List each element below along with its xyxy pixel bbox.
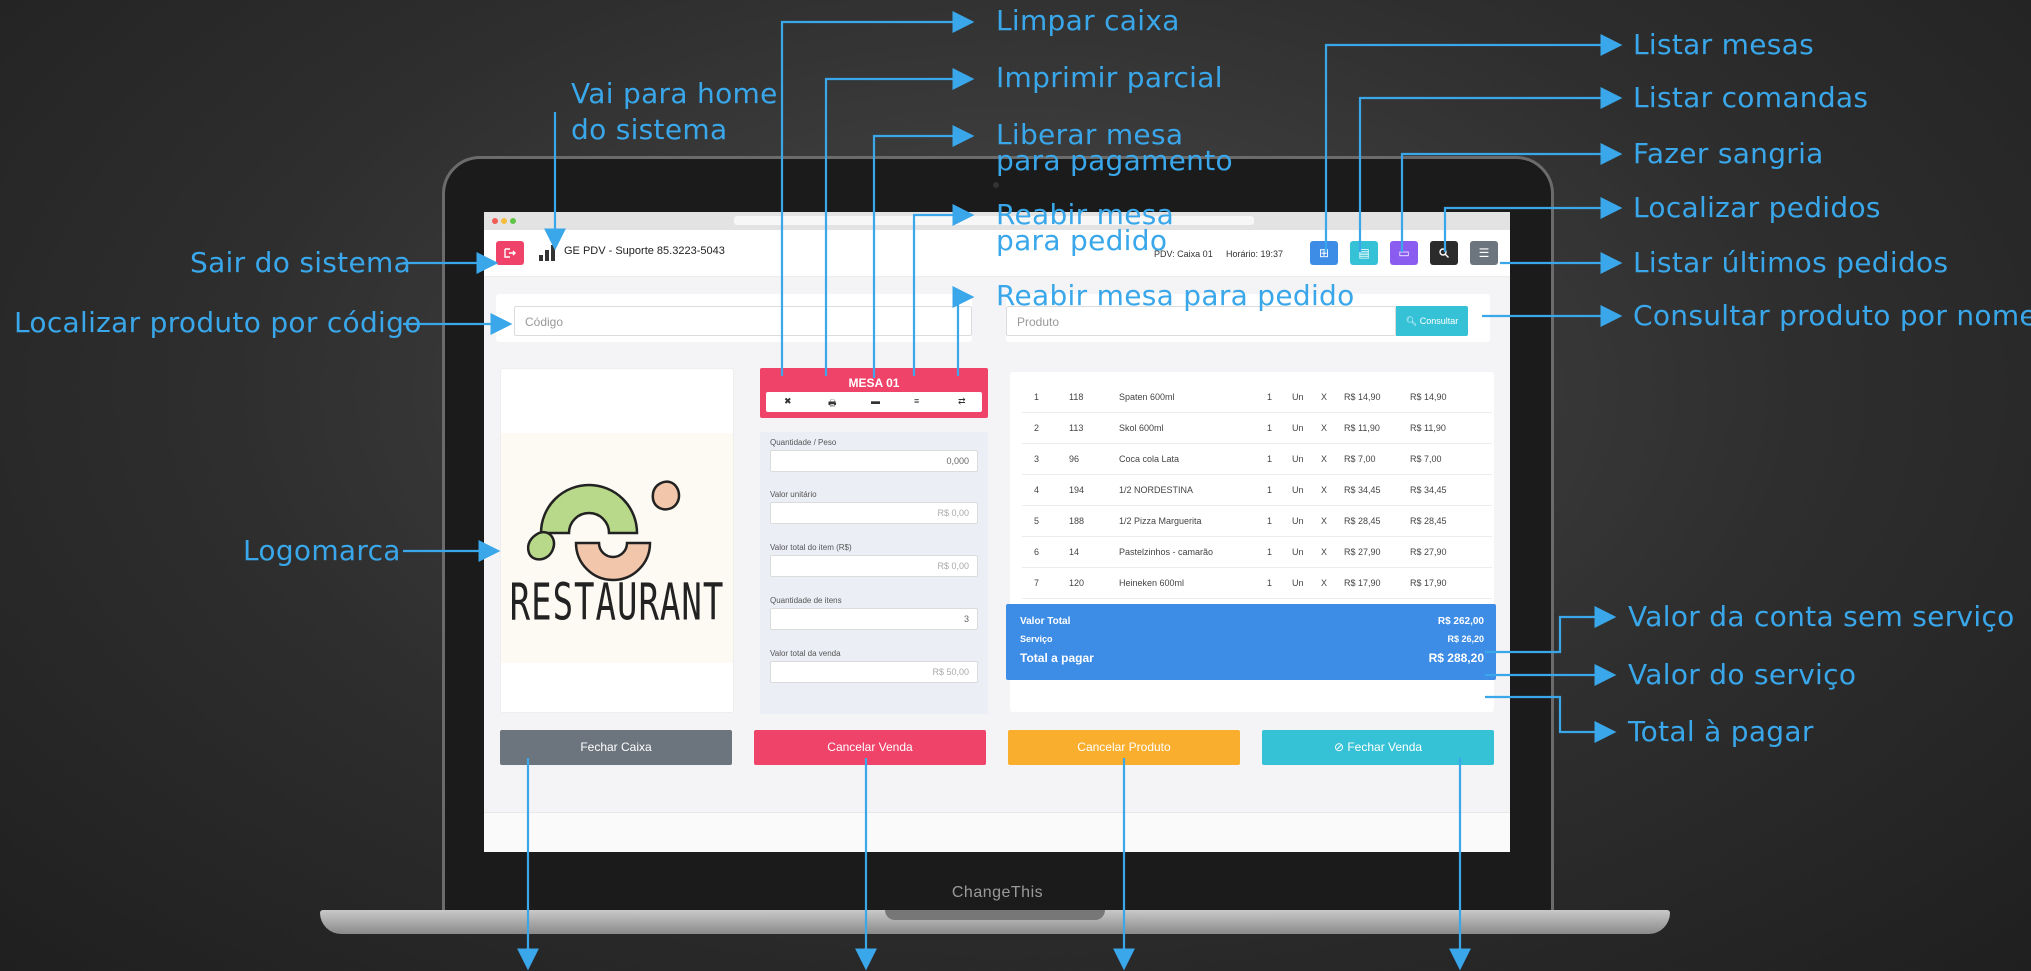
ann-find-by-name: Consultar produto por nome	[1633, 299, 2031, 332]
ann-list-tables: Listar mesas	[1633, 28, 1814, 61]
ann-release-table-2: para pagamento	[996, 144, 1233, 177]
ann-clear-register: Limpar caixa	[996, 4, 1180, 37]
ann-total-due: Total à pagar	[1628, 715, 1814, 748]
ann-list-orders: Listar comandas	[1633, 81, 1869, 114]
ann-recent-orders: Listar últimos pedidos	[1633, 246, 1949, 279]
ann-service-value: Valor do serviço	[1628, 658, 1857, 691]
ann-find-orders: Localizar pedidos	[1633, 191, 1881, 224]
ann-print-partial: Imprimir parcial	[996, 61, 1223, 94]
ann-find-by-code: Localizar produto por código	[14, 306, 422, 339]
ann-reopen-table-2: para pedido	[996, 224, 1168, 257]
ann-home-2: do sistema	[571, 113, 728, 146]
ann-logout: Sair do sistema	[190, 246, 412, 279]
ann-logo: Logomarca	[243, 534, 401, 567]
ann-withdrawal: Fazer sangria	[1633, 137, 1824, 170]
ann-bill-no-service: Valor da conta sem serviço	[1628, 600, 2015, 633]
ann-reopen-table-full: Reabir mesa para pedido	[996, 279, 1355, 312]
ann-home-1: Vai para home	[571, 77, 778, 110]
